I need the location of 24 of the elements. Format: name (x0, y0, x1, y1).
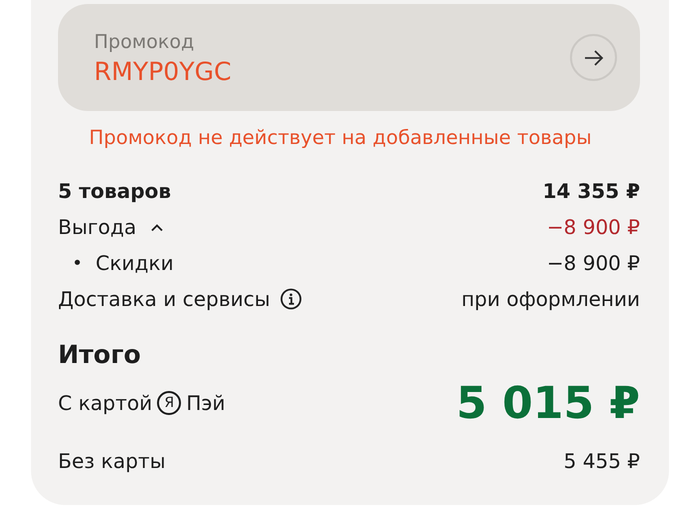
apply-button[interactable] (570, 34, 617, 81)
card-price-label: Пэй (186, 391, 226, 415)
no-card-price: 5 455 ₽ (564, 449, 640, 473)
promo-label: Промокод (94, 30, 196, 54)
promo-code: RMYP0YGC (94, 56, 232, 88)
caret-icon[interactable] (150, 222, 164, 232)
bullet: • (72, 252, 83, 274)
summary-value: при оформлении (461, 287, 640, 311)
card-price-label: С картой (58, 391, 152, 415)
summary-label: Выгода (58, 215, 136, 239)
summary-label: Доставка и сервисы (58, 287, 270, 311)
summary-label: Скидки (96, 251, 174, 275)
summary-value: −8 900 ₽ (546, 251, 640, 275)
promo-field[interactable]: Промокод RMYP0YGC (58, 4, 640, 111)
summary-label: 5 товаров (58, 179, 172, 203)
pay-logo: Я (157, 391, 182, 415)
total-heading: Итого (58, 339, 142, 371)
info-icon[interactable] (280, 288, 302, 310)
summary-value: −8 900 ₽ (546, 215, 640, 239)
card-price: 5 015 ₽ (456, 378, 640, 428)
no-card-label: Без карты (58, 449, 166, 473)
promo-error: Промокод не действует на добавленные товары (89, 125, 593, 151)
arrow-right-icon (584, 50, 604, 66)
summary-value: 14 355 ₽ (542, 179, 640, 203)
